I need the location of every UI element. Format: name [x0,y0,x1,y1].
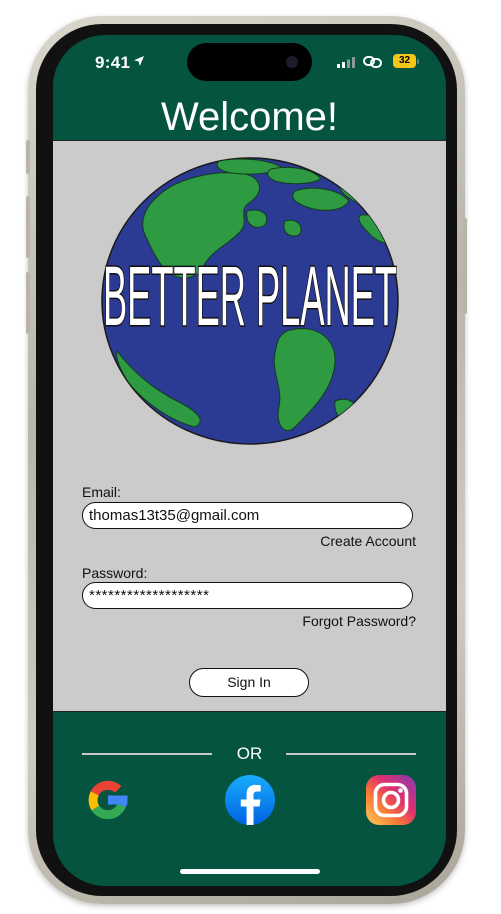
action-button [26,140,30,174]
status-time: 9:41 [95,53,131,72]
home-indicator[interactable] [180,869,320,874]
facebook-icon[interactable] [224,774,276,826]
volume-up-button [26,196,30,258]
forgot-password-link[interactable]: Forgot Password? [302,613,416,629]
front-camera [286,56,298,68]
power-button [463,218,467,314]
google-icon[interactable] [82,774,134,826]
email-field[interactable]: thomas13t35@gmail.com [82,502,413,529]
location-arrow-icon [134,56,144,66]
login-panel: BETTER PLANET Email: thomas13t35@gmail.c… [53,140,446,712]
password-label: Password: [82,565,148,581]
password-field[interactable]: ******************* [82,582,413,609]
screen: 9:41 32 Welcome! BETTER PLANET Email: th… [53,35,446,886]
volume-down-button [26,272,30,334]
email-label: Email: [82,484,121,500]
page-title: Welcome! [160,95,339,139]
cellular-signal-icon [337,57,355,68]
battery-indicator: 32 [393,54,416,68]
logo-text: BETTER PLANET [103,250,397,343]
divider-right [286,753,416,755]
dynamic-island [187,43,312,81]
sign-in-button[interactable]: Sign In [189,668,309,697]
better-planet-logo: BETTER PLANET [101,157,399,445]
instagram-icon[interactable] [365,774,417,826]
create-account-link[interactable]: Create Account [320,533,416,549]
battery-tip [417,59,419,64]
personal-hotspot-icon [363,56,382,68]
